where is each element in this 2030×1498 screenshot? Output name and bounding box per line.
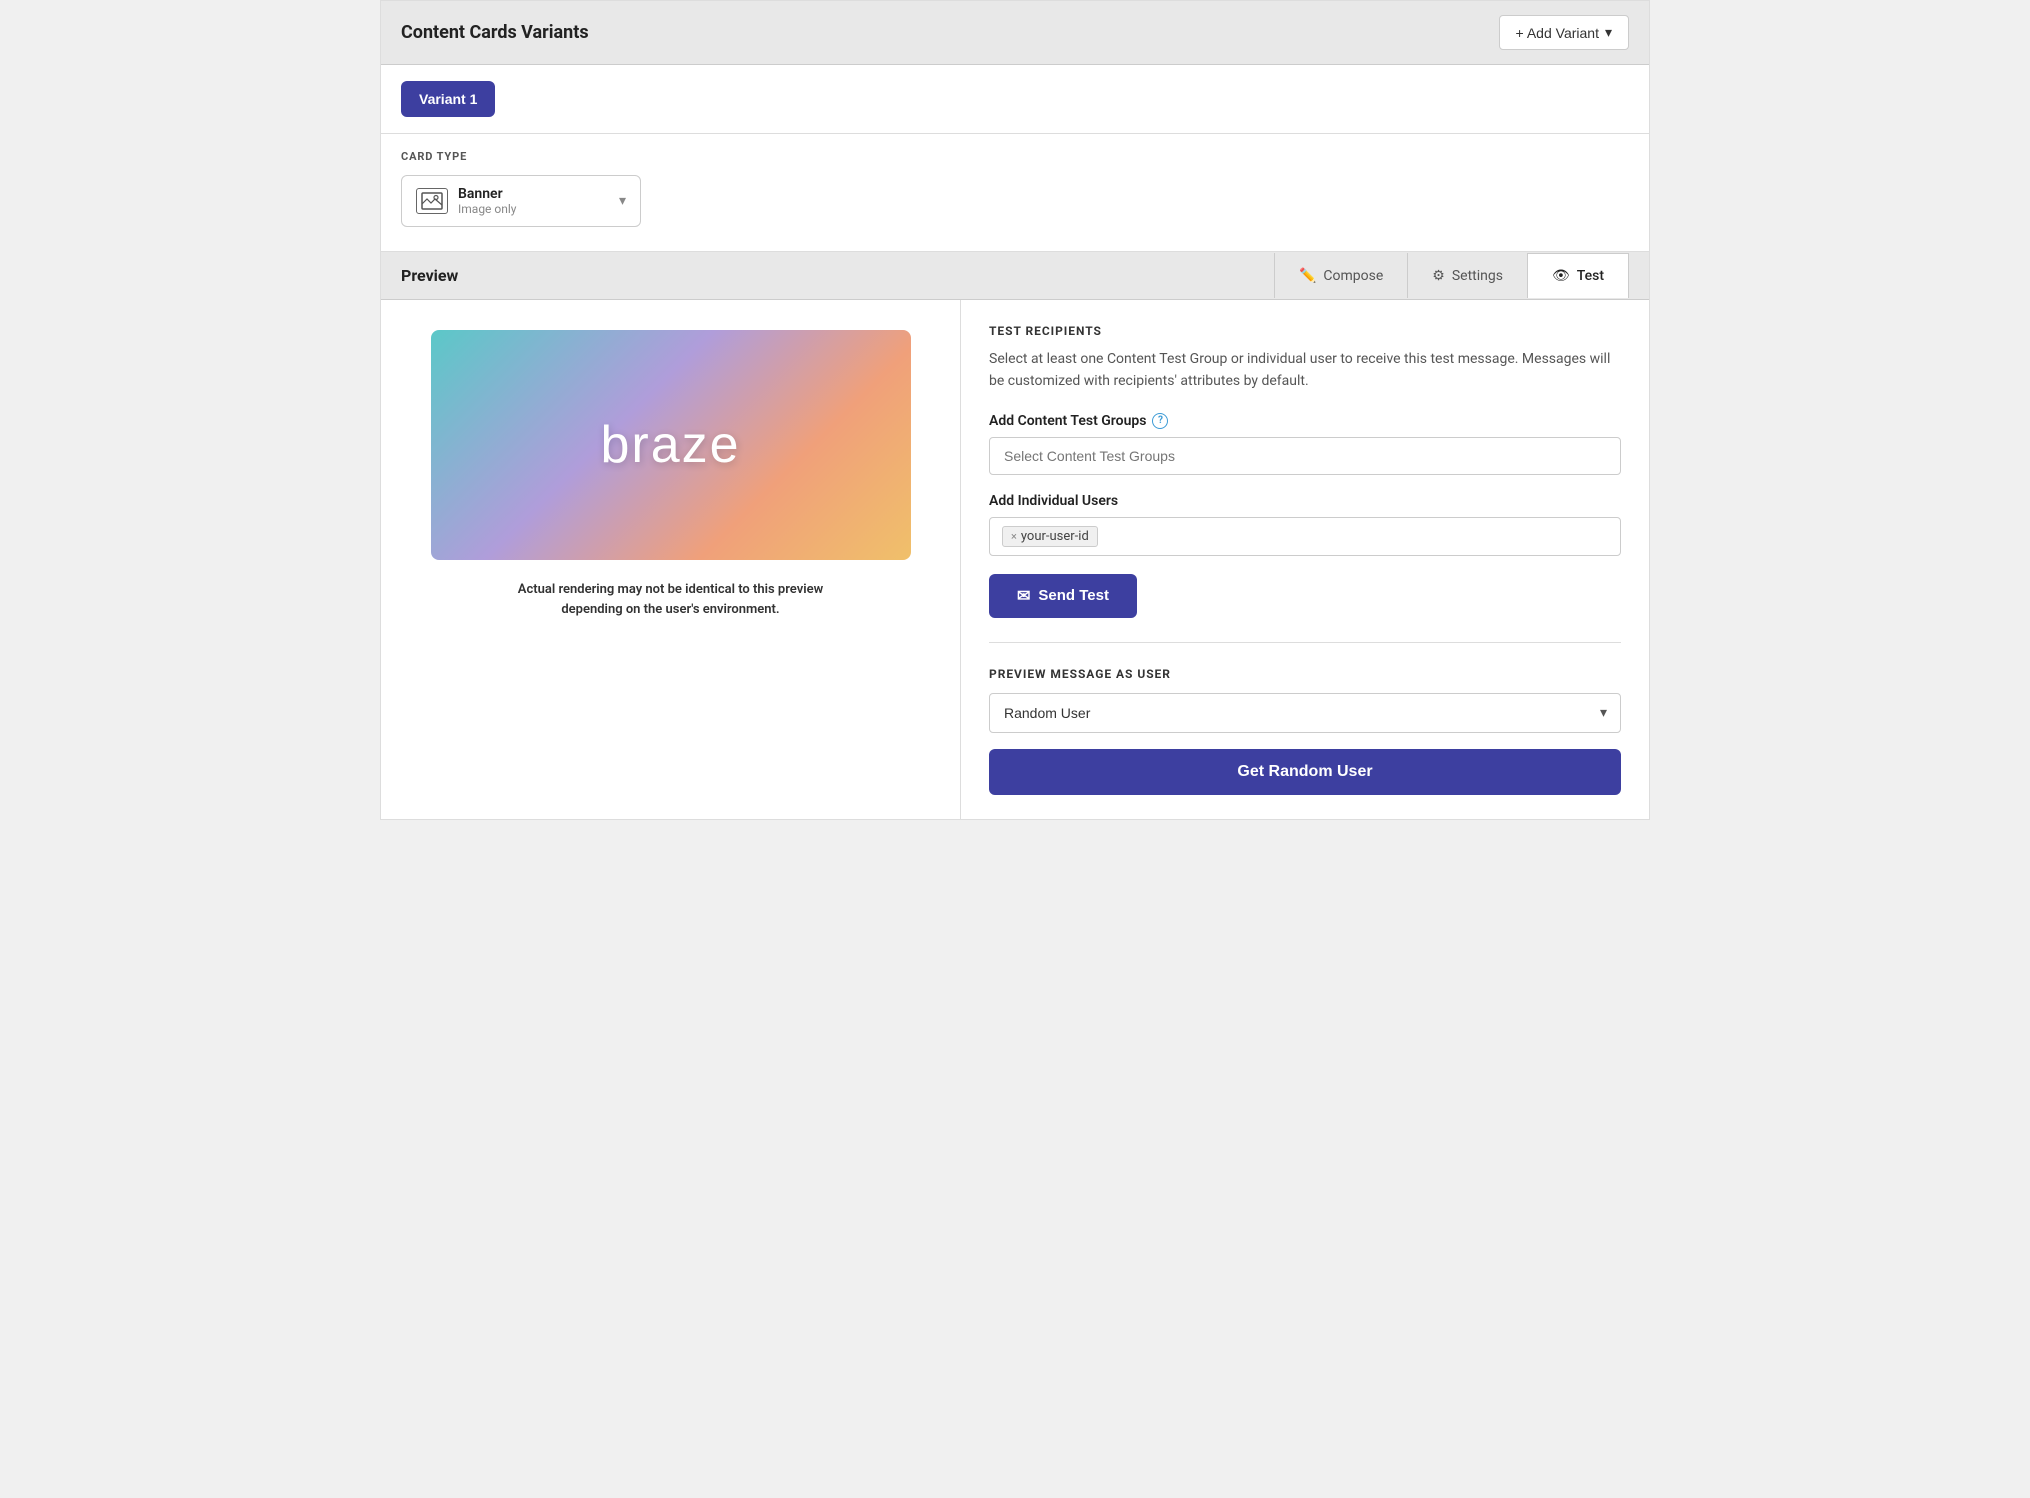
banner-preview-image: braze (431, 330, 911, 560)
tab-settings[interactable]: ⚙ Settings (1407, 253, 1527, 298)
card-type-left: Banner Image only (416, 186, 516, 216)
card-type-name: Banner (458, 186, 516, 202)
mail-icon: ✉ (1017, 586, 1030, 606)
individual-users-input[interactable]: × your-user-id (989, 517, 1621, 556)
gear-icon: ⚙ (1432, 268, 1445, 284)
top-header: Content Cards Variants + Add Variant ▾ (381, 1, 1649, 65)
test-panel: TEST RECIPIENTS Select at least one Cont… (961, 300, 1649, 819)
card-type-icon (416, 188, 448, 214)
variant-1-tab[interactable]: Variant 1 (401, 81, 495, 117)
settings-tab-label: Settings (1452, 268, 1503, 284)
user-tag-remove[interactable]: × (1011, 530, 1017, 543)
card-type-subname: Image only (458, 202, 516, 216)
page-title: Content Cards Variants (401, 22, 589, 43)
test-tab-label: Test (1577, 268, 1604, 284)
compose-tab-label: Compose (1323, 268, 1383, 284)
individual-users-label: Add Individual Users (989, 493, 1621, 509)
card-type-info: Banner Image only (458, 186, 516, 216)
preview-label: Preview (401, 252, 1274, 299)
tab-compose[interactable]: ✏️ Compose (1274, 253, 1407, 298)
send-test-label: Send Test (1038, 587, 1109, 604)
get-random-user-button[interactable]: Get Random User (989, 749, 1621, 795)
variant-area: Variant 1 (381, 65, 1649, 134)
card-type-section-label: CARD TYPE (401, 150, 1629, 163)
user-select-wrapper: Random User Specific User ▾ (989, 693, 1621, 733)
user-tag-value: your-user-id (1021, 529, 1089, 544)
tab-test[interactable]: 👁 Test (1527, 253, 1629, 298)
tab-nav: ✏️ Compose ⚙ Settings 👁 Test (1274, 253, 1629, 298)
preview-tab-header: Preview ✏️ Compose ⚙ Settings 👁 Test (381, 252, 1649, 300)
main-content: braze Actual rendering may not be identi… (381, 300, 1649, 819)
preview-panel: braze Actual rendering may not be identi… (381, 300, 961, 819)
card-type-section: CARD TYPE Banner Image only ▾ (381, 134, 1649, 252)
card-type-dropdown[interactable]: Banner Image only ▾ (401, 175, 641, 227)
preview-disclaimer: Actual rendering may not be identical to… (491, 580, 851, 619)
send-test-button[interactable]: ✉ Send Test (989, 574, 1137, 618)
card-type-chevron: ▾ (619, 193, 626, 209)
test-recipients-description: Select at least one Content Test Group o… (989, 348, 1621, 393)
eye-icon: 👁 (1552, 268, 1570, 284)
test-recipients-title: TEST RECIPIENTS (989, 324, 1621, 338)
divider (989, 642, 1621, 643)
random-user-select[interactable]: Random User Specific User (989, 693, 1621, 733)
help-icon: ? (1152, 413, 1168, 429)
add-variant-chevron: ▾ (1605, 24, 1612, 41)
add-variant-button[interactable]: + Add Variant ▾ (1499, 15, 1629, 50)
preview-user-section: PREVIEW MESSAGE AS USER Random User Spec… (989, 667, 1621, 795)
preview-user-section-title: PREVIEW MESSAGE AS USER (989, 667, 1621, 681)
content-test-group-label: Add Content Test Groups ? (989, 413, 1621, 429)
user-tag: × your-user-id (1002, 526, 1098, 547)
pencil-icon: ✏️ (1299, 268, 1316, 284)
content-test-group-input[interactable] (989, 437, 1621, 475)
braze-logo: braze (600, 415, 740, 475)
add-variant-label: + Add Variant (1516, 25, 1599, 41)
